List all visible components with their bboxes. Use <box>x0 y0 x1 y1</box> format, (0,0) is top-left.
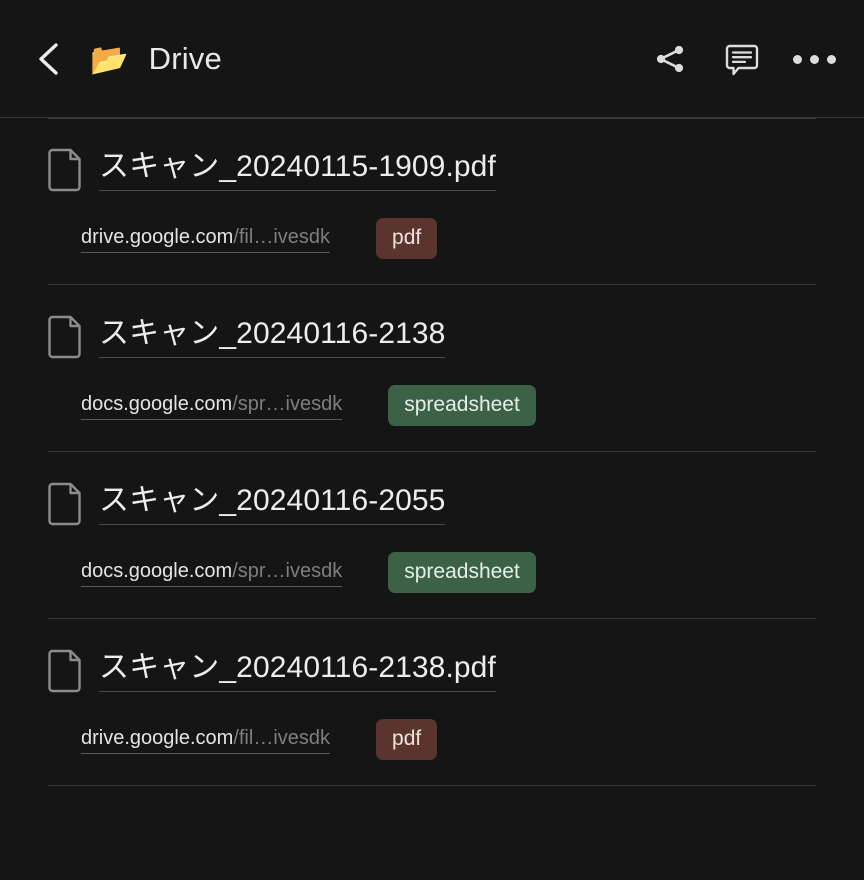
comment-button[interactable] <box>718 35 766 83</box>
status-badge: spreadsheet <box>388 552 536 593</box>
file-document-icon <box>48 315 84 359</box>
app-root: 📂 Drive スキャン_20240115-1909.pdf drive.goo… <box>0 0 864 880</box>
file-list: スキャン_20240115-1909.pdf drive.google.com/… <box>0 118 864 786</box>
list-item-title: スキャン_20240116-2138 <box>99 316 446 358</box>
list-item-title-row: スキャン_20240116-2138 <box>48 315 816 359</box>
url-path: /fil…ivesdk <box>233 726 331 749</box>
url-path: /spr…ivesdk <box>232 392 343 415</box>
url-host: docs.google.com <box>81 392 233 415</box>
list-item[interactable]: スキャン_20240115-1909.pdf drive.google.com/… <box>0 118 864 285</box>
list-item-title: スキャン_20240115-1909.pdf <box>99 149 496 191</box>
status-badge: pdf <box>376 218 438 259</box>
open-folder-icon: 📂 <box>90 41 129 77</box>
list-item-title-row: スキャン_20240116-2138.pdf <box>48 649 816 693</box>
list-item-title: スキャン_20240116-2055 <box>99 483 446 525</box>
more-horizontal-icon <box>792 54 836 64</box>
url-host: docs.google.com <box>81 559 233 582</box>
list-item-url[interactable]: drive.google.com/fil…ivesdk <box>81 726 331 754</box>
list-item-title: スキャン_20240116-2138.pdf <box>99 650 496 692</box>
list-item-meta-row: drive.google.com/fil…ivesdk pdf <box>81 719 816 760</box>
share-button[interactable] <box>646 35 694 83</box>
list-item[interactable]: スキャン_20240116-2055 docs.google.com/spr…i… <box>0 452 864 619</box>
list-item-title-row: スキャン_20240116-2055 <box>48 482 816 526</box>
status-badge: pdf <box>376 719 438 760</box>
comment-bubble-icon <box>724 41 760 77</box>
list-item-url[interactable]: docs.google.com/spr…ivesdk <box>81 559 343 587</box>
header-actions <box>646 35 838 83</box>
list-item-meta-row: docs.google.com/spr…ivesdk spreadsheet <box>81 385 816 426</box>
app-header: 📂 Drive <box>0 0 864 119</box>
status-badge: spreadsheet <box>388 385 536 426</box>
list-item-url[interactable]: docs.google.com/spr…ivesdk <box>81 392 343 420</box>
list-item-meta-row: drive.google.com/fil…ivesdk pdf <box>81 218 816 259</box>
list-item-divider <box>48 785 816 786</box>
url-host: drive.google.com <box>81 225 234 248</box>
url-host: drive.google.com <box>81 726 234 749</box>
list-item[interactable]: スキャン_20240116-2138 docs.google.com/spr…i… <box>0 285 864 452</box>
chevron-left-icon <box>34 42 64 76</box>
share-icon <box>654 43 686 75</box>
url-path: /fil…ivesdk <box>233 225 331 248</box>
back-button[interactable] <box>22 32 76 86</box>
page-title: Drive <box>148 41 222 76</box>
file-document-icon <box>48 148 84 192</box>
file-document-icon <box>48 649 84 693</box>
list-item-url[interactable]: drive.google.com/fil…ivesdk <box>81 225 331 253</box>
overflow-menu-button[interactable] <box>790 35 838 83</box>
url-path: /spr…ivesdk <box>232 559 343 582</box>
file-document-icon <box>48 482 84 526</box>
header-left-group: 📂 Drive <box>22 32 646 86</box>
list-item-meta-row: docs.google.com/spr…ivesdk spreadsheet <box>81 552 816 593</box>
list-item-title-row: スキャン_20240115-1909.pdf <box>48 148 816 192</box>
list-item[interactable]: スキャン_20240116-2138.pdf drive.google.com/… <box>0 619 864 786</box>
